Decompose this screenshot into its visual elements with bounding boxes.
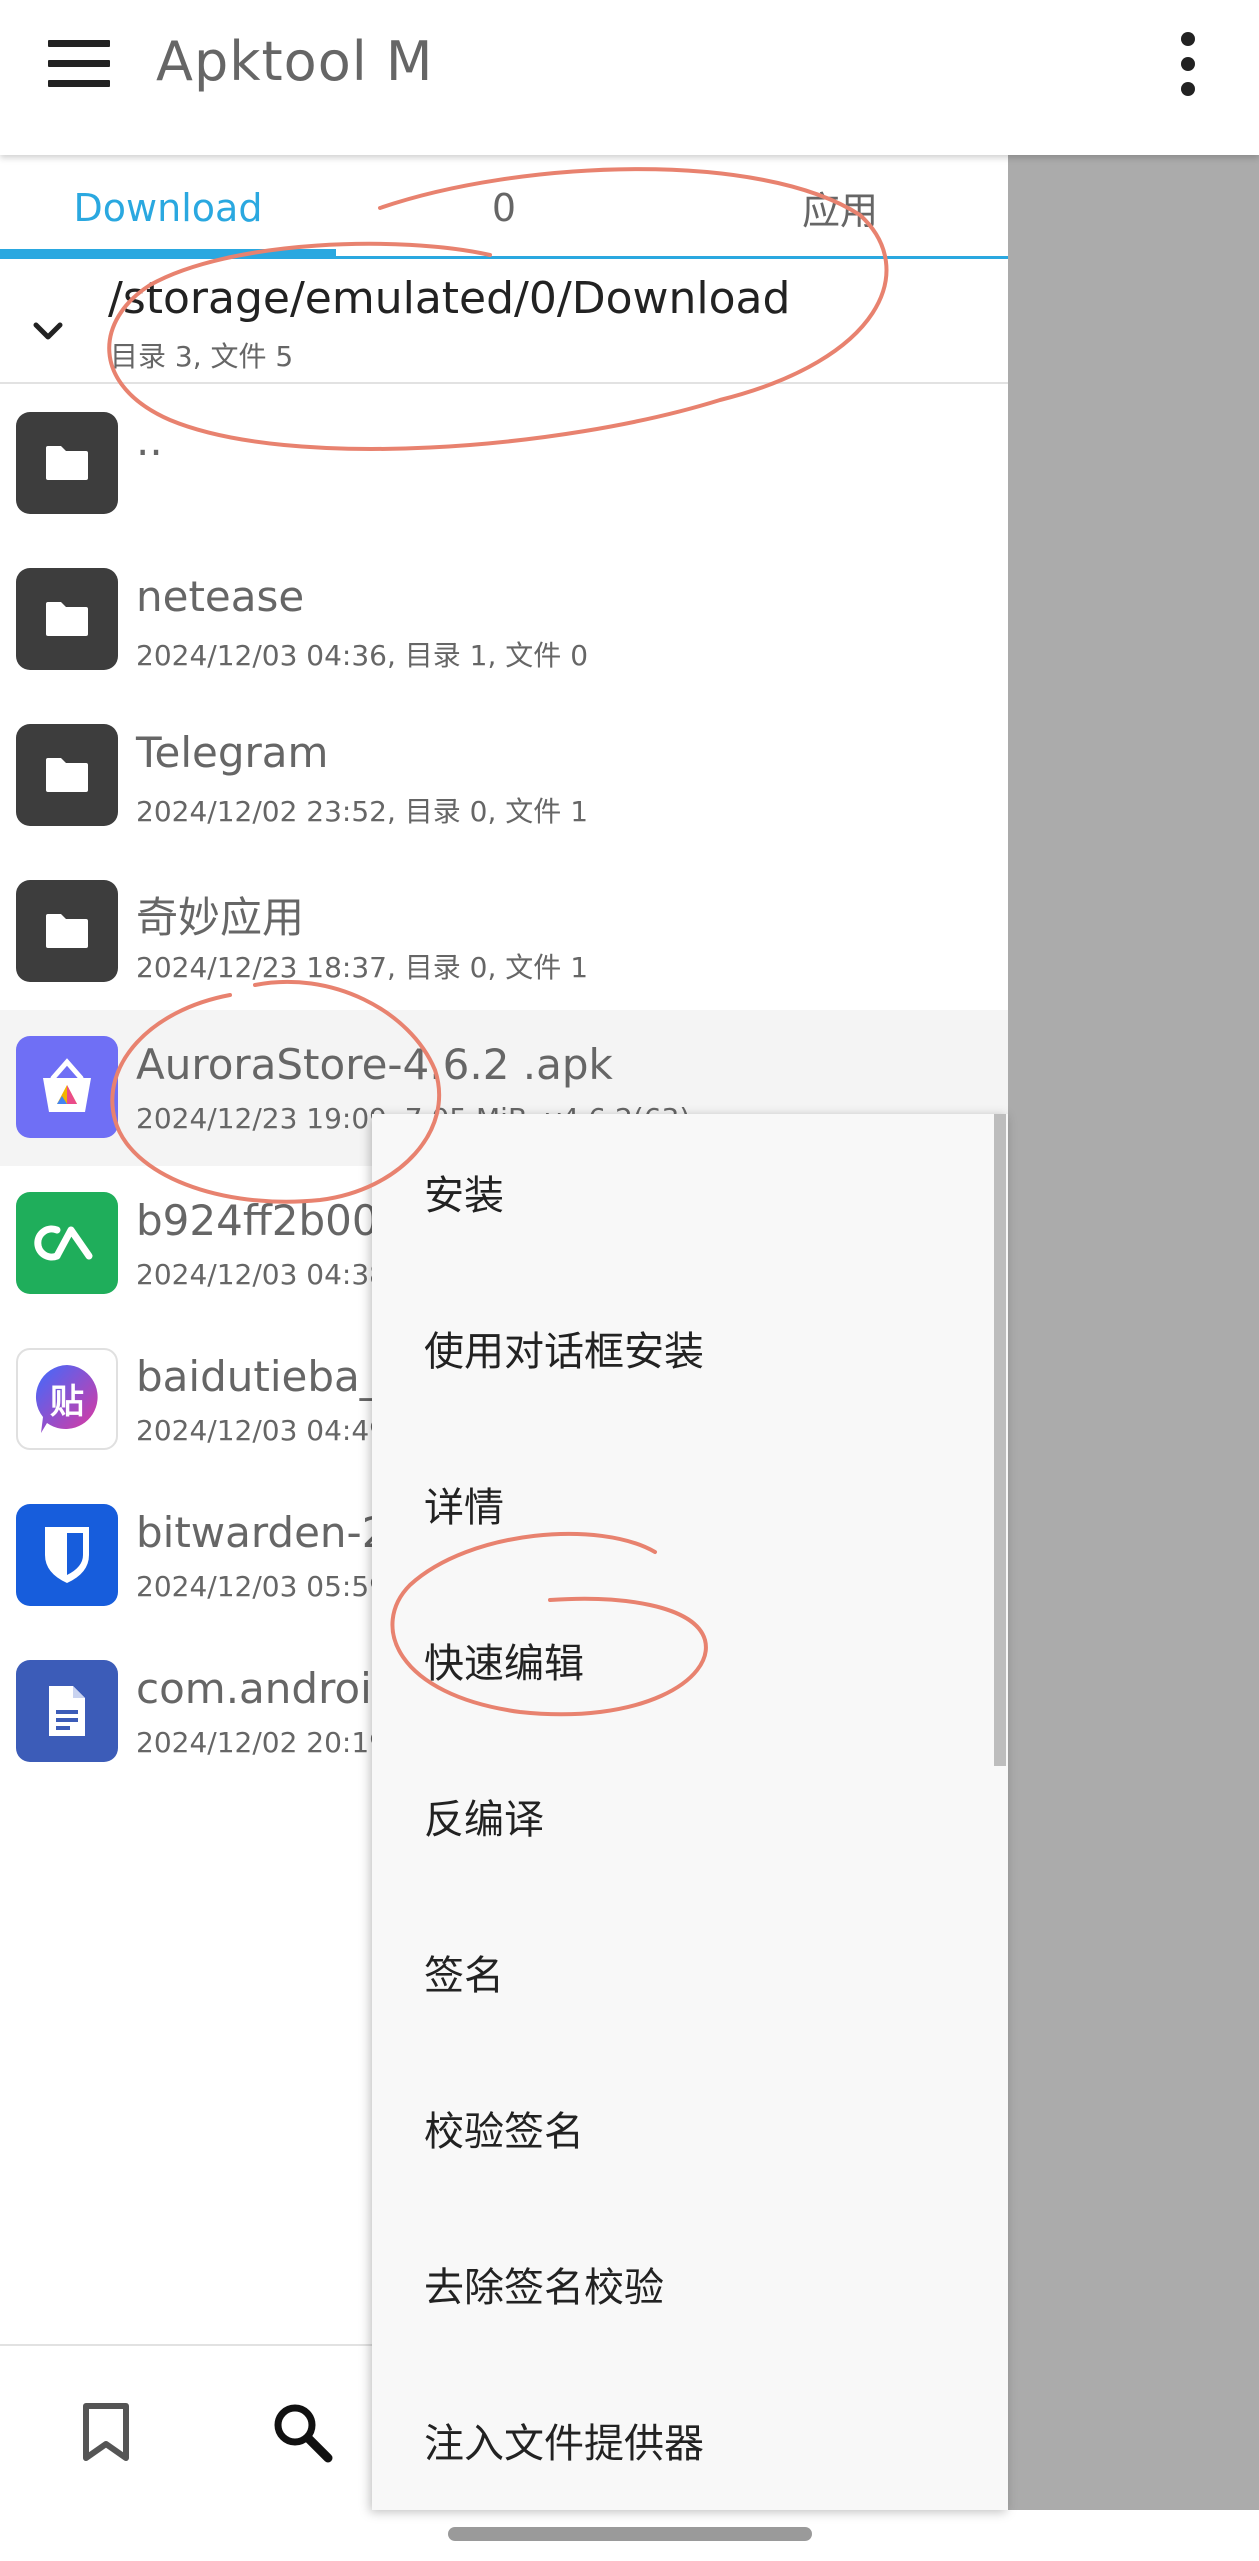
app-toolbar: Apktool M [0, 0, 1259, 155]
folder-icon [16, 568, 118, 670]
file-meta: 2024/12/03 04:38 [136, 1258, 387, 1291]
current-path: /storage/emulated/0/Download [108, 273, 791, 324]
menu-scrollbar[interactable] [994, 1114, 1006, 1766]
tab-download[interactable]: Download [0, 155, 336, 260]
menu-item-quick-edit[interactable]: 快速编辑 [372, 1582, 1008, 1738]
document-icon [16, 1660, 118, 1762]
menu-item-details[interactable]: 详情 [372, 1426, 1008, 1582]
active-tab-indicator [0, 249, 336, 256]
path-bar[interactable]: /storage/emulated/0/Download 目录 3, 文件 5 [0, 259, 1008, 384]
file-name: 奇妙应用 [136, 893, 305, 942]
drawer-scrim[interactable] [1008, 155, 1259, 2510]
file-meta: 2024/12/03 04:49 [136, 1414, 387, 1447]
file-name: b924ff2b00 [136, 1196, 379, 1245]
tab-storage-0[interactable]: 0 [336, 155, 672, 260]
file-name: bitwarden-2 [136, 1508, 389, 1557]
aurora-store-icon [16, 1036, 118, 1138]
menu-item-install-with-dialog[interactable]: 使用对话框安装 [372, 1270, 1008, 1426]
file-meta: 2024/12/02 23:52, 目录 0, 文件 1 [136, 795, 589, 828]
overflow-menu-icon[interactable] [1170, 32, 1206, 96]
list-item[interactable]: 奇妙应用 2024/12/23 18:37, 目录 0, 文件 1 [0, 854, 1008, 1010]
menu-item-install[interactable]: 安装 [372, 1114, 1008, 1270]
path-summary: 目录 3, 文件 5 [110, 340, 294, 373]
file-name: com.android [136, 1664, 399, 1713]
folder-icon [16, 724, 118, 826]
folder-icon [16, 880, 118, 982]
context-menu: 安装 使用对话框安装 详情 快速编辑 反编译 签名 校验签名 去除签名校验 注入… [372, 1114, 1008, 2510]
file-meta: 2024/12/03 04:36, 目录 1, 文件 0 [136, 639, 589, 672]
app-title: Apktool M [156, 30, 434, 93]
list-item[interactable]: netease 2024/12/03 04:36, 目录 1, 文件 0 [0, 542, 1008, 698]
file-name: netease [136, 572, 305, 621]
file-meta: 2024/12/23 18:37, 目录 0, 文件 1 [136, 951, 589, 984]
menu-item-inject-file-provider[interactable]: 注入文件提供器 [372, 2362, 1008, 2518]
file-name: .. [136, 416, 163, 465]
menu-item-remove-signature-check[interactable]: 去除签名校验 [372, 2206, 1008, 2362]
file-name: Telegram [136, 728, 329, 777]
hamburger-menu-icon[interactable] [48, 40, 110, 88]
file-meta: 2024/12/02 20:19 [136, 1726, 387, 1759]
chevron-down-icon[interactable] [28, 311, 68, 351]
tab-bar: Download 0 应用 [0, 155, 1008, 260]
file-meta: 2024/12/03 05:59 [136, 1570, 387, 1603]
bitwarden-icon [16, 1504, 118, 1606]
tab-apps[interactable]: 应用 [672, 155, 1008, 260]
menu-item-decompile[interactable]: 反编译 [372, 1738, 1008, 1894]
home-indicator[interactable] [448, 2527, 812, 2541]
list-item[interactable]: Telegram 2024/12/02 23:52, 目录 0, 文件 1 [0, 698, 1008, 854]
file-name: baidutieba_ [136, 1352, 381, 1401]
folder-icon [16, 412, 118, 514]
file-name: AuroraStore-4.6.2 .apk [136, 1040, 613, 1089]
tieba-icon: 贴 [16, 1348, 118, 1450]
list-item[interactable]: .. [0, 386, 1008, 542]
menu-item-sign[interactable]: 签名 [372, 1894, 1008, 2050]
green-app-icon [16, 1192, 118, 1294]
bookmark-icon[interactable] [80, 2402, 132, 2462]
search-icon[interactable] [270, 2400, 334, 2464]
menu-item-verify-signature[interactable]: 校验签名 [372, 2050, 1008, 2206]
svg-text:贴: 贴 [50, 1382, 84, 1422]
